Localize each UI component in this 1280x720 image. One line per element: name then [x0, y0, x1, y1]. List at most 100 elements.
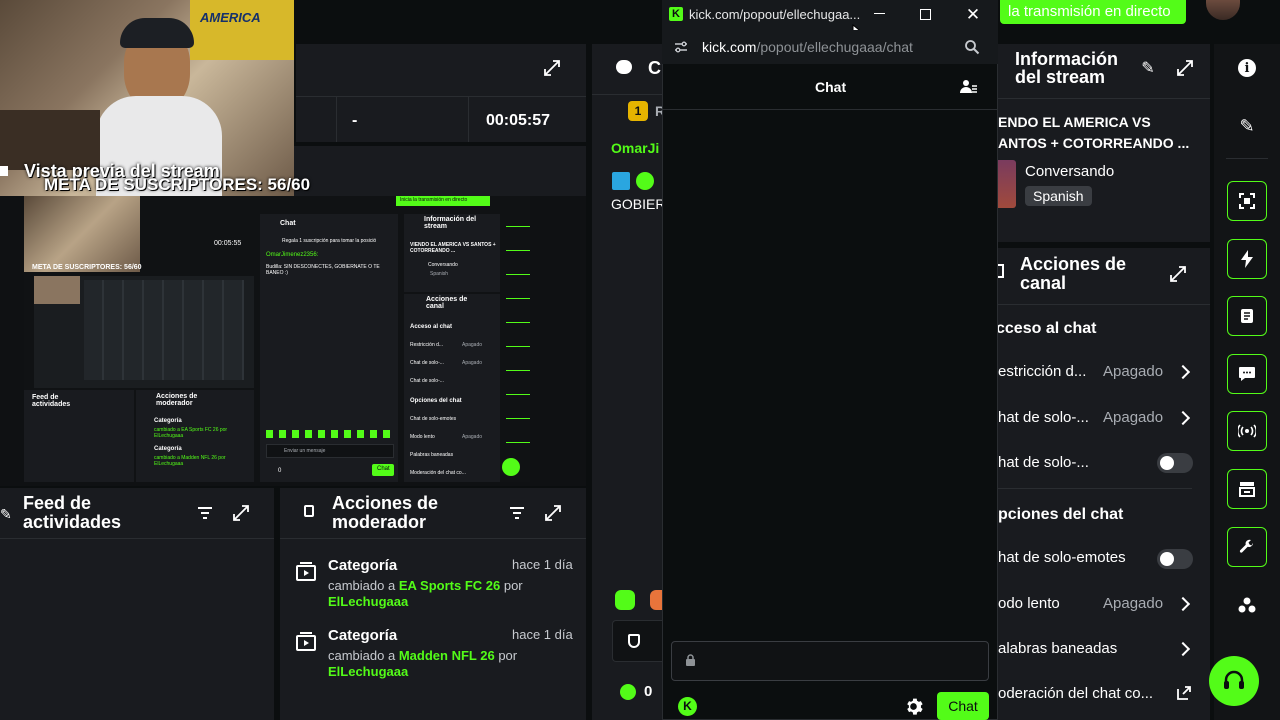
popout-window-title: kick.com/popout/ellechugaa... — [689, 7, 861, 22]
options-row-label: hat de solo-emotes — [998, 549, 1126, 566]
lightning-icon[interactable] — [1227, 239, 1267, 279]
feed-title: Feed de actividades — [23, 494, 121, 532]
popout-message-input[interactable] — [671, 641, 989, 681]
mod-item-user[interactable]: ElLechugaaa — [328, 664, 408, 679]
lock-icon — [686, 654, 695, 666]
mod-filter-icon[interactable] — [508, 504, 526, 522]
channel-actions-title-line2: canal — [1020, 273, 1067, 293]
category-icon — [296, 632, 316, 651]
mini-cat2-text: cambiado a Madden NFL 26 por ElLechugaaa — [154, 455, 226, 467]
zoom-icon[interactable] — [964, 39, 980, 55]
mini-opciones: Opciones del chat — [410, 398, 462, 404]
mini-cat2: Categoría — [154, 446, 182, 452]
wrench-icon[interactable] — [1227, 527, 1267, 567]
section-chat-options: pciones del chat — [998, 506, 1124, 523]
channel-actions-divider — [996, 304, 1210, 305]
feed-filter-icon[interactable] — [196, 504, 214, 522]
toggle-switch[interactable] — [1157, 453, 1193, 473]
site-settings-icon[interactable] — [674, 40, 688, 54]
url-text: kick.com/popout/ellechugaaa/chat — [702, 39, 913, 55]
mini-chat-msg: Budilla: SIN DESCONECTES, GOBIERNATE O T… — [266, 264, 380, 276]
broadcast-icon[interactable] — [1227, 411, 1267, 451]
minimize-button[interactable] — [874, 13, 885, 14]
mod-item-title: Categoría — [328, 557, 398, 574]
close-window-button[interactable]: ✕ — [964, 5, 982, 24]
mod-item-time: hace 1 día — [512, 627, 573, 642]
layout-icon[interactable] — [1227, 469, 1267, 509]
options-row-label: odo lento — [998, 595, 1060, 612]
mini-support — [502, 458, 520, 476]
shield-icon — [628, 634, 640, 648]
channel-actions-title: Acciones de canal — [1020, 255, 1126, 293]
stream-info-popout-icon[interactable] — [1175, 58, 1195, 78]
mod-item-desc: cambiado a Madden NFL 26 por ElLechugaaa — [328, 648, 568, 680]
mini-acceso: Acceso al chat — [410, 324, 453, 330]
channel-actions-title-line1: Acciones de — [1020, 254, 1127, 274]
support-headset-icon[interactable] — [1209, 656, 1259, 706]
stream-category[interactable]: Conversando — [1025, 163, 1114, 180]
edit-stream-icon[interactable]: ✎ — [1138, 58, 1158, 78]
feed-divider — [0, 538, 274, 539]
bg-chat-user[interactable]: OmarJi — [611, 140, 659, 156]
feed-title-line2: actividades — [23, 512, 122, 532]
mod-popout-icon[interactable] — [544, 504, 562, 522]
send-chat-button[interactable]: Chat — [937, 692, 989, 720]
chat-icon[interactable] — [1227, 354, 1267, 394]
mini-meta: META DE SUSCRIPTORES: 56/60 — [32, 264, 142, 271]
channel-actions-popout-icon[interactable] — [1168, 264, 1188, 284]
kick-points-icon — [620, 684, 636, 700]
section-chat-access: cceso al chat — [996, 320, 1097, 337]
bg-chat-points: 0 — [644, 683, 653, 700]
mini-inner-preview — [34, 276, 254, 388]
info-icon[interactable]: i — [1238, 59, 1256, 77]
mod-item-time: hace 1 día — [512, 557, 573, 572]
access-row-value: Apagado — [1103, 409, 1164, 426]
mini-actions-title: Acciones de canal — [426, 296, 468, 310]
stream-info-title: Información del stream — [1015, 50, 1118, 86]
mod-title-line2: moderador — [332, 512, 427, 532]
mini-solo2: Chat de solo-... — [410, 378, 444, 384]
options-row-label: oderación del chat co... — [998, 685, 1154, 702]
kick-points-button[interactable]: K — [678, 697, 697, 716]
mini-apagado-2: Apagado — [462, 360, 483, 366]
mini-info-title: Información del stream — [424, 216, 477, 230]
mod-item-by: por — [498, 648, 518, 663]
mini-solo1: Chat de solo-... — [410, 360, 444, 366]
edit-icon[interactable]: ✎ — [1236, 115, 1258, 137]
stream-title-line1: ENDO EL AMERICA VS — [998, 114, 1151, 130]
popout-icon[interactable] — [542, 58, 562, 78]
mini-info-cat: Conversando — [428, 262, 458, 268]
mod-item-by: por — [503, 578, 523, 593]
feed-popout-icon[interactable] — [232, 504, 250, 522]
mini-rail — [506, 214, 530, 464]
category-icon — [296, 562, 316, 581]
clip-icon[interactable] — [1227, 181, 1267, 221]
rank-badge: 1 — [628, 101, 648, 121]
mod-item-category[interactable]: EA Sports FC 26 — [399, 578, 500, 593]
apps-icon[interactable] — [1236, 594, 1258, 616]
mod-item-user[interactable]: ElLechugaaa — [328, 594, 408, 609]
mini-webcam — [24, 196, 140, 272]
settings-gear-icon[interactable] — [904, 697, 923, 716]
emote-icon[interactable] — [615, 590, 635, 610]
external-link-icon — [1177, 686, 1191, 700]
stream-title-line2: ANTOS + COTORREANDO ... — [998, 135, 1190, 151]
mini-chat-title: Chat — [280, 220, 296, 227]
feed-title-line1: Feed de — [23, 493, 92, 513]
mini-gift: Regala 1 suscripción para tomar la posic… — [282, 238, 377, 244]
kick-logo-icon: K — [669, 7, 683, 21]
user-settings-icon[interactable] — [960, 79, 978, 95]
streamer-cap — [120, 18, 194, 48]
user-avatar[interactable] — [1206, 0, 1240, 20]
bg-chat-divider — [592, 94, 664, 95]
poster — [190, 0, 294, 60]
toggle-switch[interactable] — [1157, 549, 1193, 569]
mod-item-category[interactable]: Madden NFL 26 — [399, 648, 495, 663]
go-live-button[interactable]: la transmisión en directo — [1000, 0, 1186, 24]
access-row-label: hat de solo-... — [998, 409, 1089, 426]
notes-icon[interactable] — [1227, 296, 1267, 336]
maximize-button[interactable] — [920, 9, 931, 20]
mod-actions-title: Acciones de moderador — [332, 494, 438, 532]
stream-title: ENDO EL AMERICA VS ANTOS + COTORREANDO .… — [998, 112, 1189, 154]
mini-lento: Modo lento — [410, 434, 435, 440]
